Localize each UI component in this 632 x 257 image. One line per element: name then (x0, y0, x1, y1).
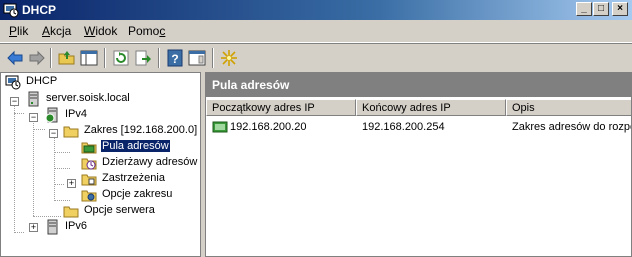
menu-plik[interactable]: Plik (9, 24, 28, 38)
server-icon (28, 91, 39, 107)
tree-label: Zastrzeżenia (102, 172, 165, 184)
tree-label: Pula adresów (100, 139, 171, 153)
folder-icon (81, 174, 97, 186)
tree-node-ipv4[interactable]: IPv4 (44, 107, 164, 123)
tree-node-scope-options[interactable]: Opcje zakresu (81, 187, 191, 203)
expand-toggle[interactable]: + (67, 179, 76, 188)
ipv4-icon (45, 107, 58, 123)
folder-open-icon (63, 126, 79, 138)
column-header-description[interactable]: Opis (506, 99, 631, 116)
help-icon[interactable]: ? (166, 49, 184, 67)
tree-node-dhcp[interactable]: DHCP (5, 74, 185, 90)
tree-label: Opcje zakresu (102, 188, 173, 200)
tree-node-scope[interactable]: Zakres [192.168.200.0] (63, 123, 200, 139)
ipv6-icon (47, 219, 58, 235)
minimize-button[interactable]: _ (576, 2, 592, 16)
tree-label: Opcje serwera (84, 204, 155, 216)
collapse-toggle[interactable]: − (29, 113, 38, 122)
details-pane: Pula adresów Początkowy adres IP Końcowy… (205, 72, 632, 257)
toolbar-separator (158, 48, 160, 68)
description-cell: Zakres adresów do rozpe (512, 121, 632, 133)
refresh-icon[interactable] (112, 49, 130, 67)
menu-pomoc[interactable]: Pomoc (128, 24, 165, 38)
toolbar-separator (212, 48, 214, 68)
maximize-button[interactable]: □ (593, 2, 609, 16)
console-tree[interactable]: DHCP − server.soisk.local − IPv4 − Zakre… (0, 72, 201, 257)
tree-label: IPv4 (65, 108, 88, 120)
svg-text:?: ? (171, 52, 178, 66)
menu-akcja[interactable]: Akcja (42, 24, 71, 38)
end-ip-cell: 192.168.200.254 (362, 121, 445, 133)
new-scope-icon[interactable] (220, 49, 238, 67)
collapse-toggle[interactable]: − (10, 97, 19, 106)
dhcp-icon (5, 75, 21, 90)
tree-label: server.soisk.local (46, 92, 130, 104)
show-hide-tree-icon[interactable] (80, 49, 98, 67)
tree-node-ipv6[interactable]: IPv6 (44, 219, 164, 235)
menu-bar: Plik Akcja Widok Pomoc (0, 20, 632, 43)
folder-icon (63, 206, 79, 218)
options-icon (81, 190, 97, 202)
tree-node-address-pool[interactable]: Pula adresów (81, 139, 181, 155)
ip-range-icon (212, 121, 228, 133)
column-header-start-ip[interactable]: Początkowy adres IP (206, 99, 356, 116)
tree-label: DHCP (26, 75, 58, 87)
tree-node-server[interactable]: server.soisk.local (25, 91, 195, 107)
details-header: Pula adresów (206, 73, 631, 97)
toolbar-separator (104, 48, 106, 68)
tree-label: IPv6 (65, 220, 88, 232)
close-button[interactable]: × (612, 2, 628, 16)
tree-node-reservations[interactable]: Zastrzeżenia (81, 171, 191, 187)
expand-toggle[interactable]: + (29, 223, 38, 232)
start-ip-cell: 192.168.200.20 (230, 121, 307, 133)
toolbar-separator (50, 48, 52, 68)
window-title: DHCP (22, 3, 57, 17)
details-title: Pula adresów (212, 78, 290, 92)
export-list-icon[interactable] (134, 49, 152, 67)
address-pool-icon (81, 142, 97, 154)
tree-node-server-options[interactable]: Opcje serwera (63, 203, 183, 219)
tree-label: Dzierżawy adresów (102, 156, 198, 168)
toolbar: ? (0, 43, 632, 73)
dhcp-app-icon (3, 3, 19, 18)
menu-widok[interactable]: Widok (84, 24, 117, 38)
properties-icon[interactable] (188, 49, 206, 67)
up-folder-icon[interactable] (58, 49, 76, 67)
address-leases-icon (81, 158, 97, 170)
back-arrow-icon[interactable] (6, 49, 24, 67)
column-header-end-ip[interactable]: Końcowy adres IP (356, 99, 506, 116)
collapse-toggle[interactable]: − (49, 129, 58, 138)
tree-node-address-leases[interactable]: Dzierżawy adresów (81, 155, 200, 171)
forward-arrow-icon[interactable] (28, 49, 46, 67)
tree-label: Zakres [192.168.200.0] (84, 124, 198, 136)
title-bar[interactable]: DHCP _ □ × (0, 0, 632, 20)
